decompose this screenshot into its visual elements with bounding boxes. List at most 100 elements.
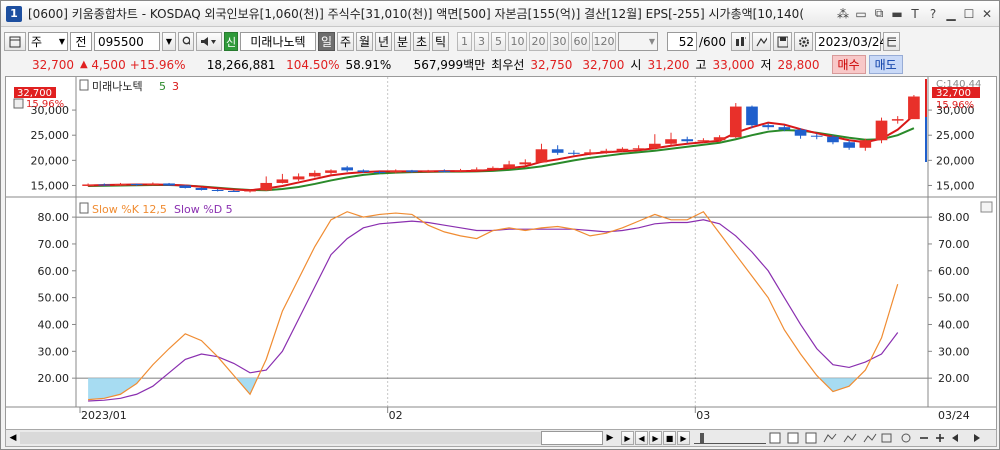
count-input[interactable]: 52	[667, 32, 697, 51]
minute-option[interactable]: 120	[592, 32, 616, 51]
draw-tool-icon[interactable]	[752, 32, 771, 51]
type-select[interactable]: 주 ▼	[28, 32, 68, 51]
code-input[interactable]: 095500	[94, 32, 160, 51]
code-dropdown-icon[interactable]: ▼	[162, 32, 176, 51]
candle	[600, 150, 613, 153]
sound-icon[interactable]	[196, 32, 222, 51]
calendar-icon[interactable]	[883, 32, 900, 51]
quote-bar: 32,700 ▲ 4,500 +15.96% 18,266,881 104.50…	[4, 55, 996, 74]
interval-dropdown[interactable]: ▼	[618, 32, 658, 51]
stoch-tick-label: 70.00	[38, 238, 70, 251]
search-icon[interactable]	[178, 32, 194, 51]
minimize-bar-icon[interactable]: ▬	[889, 5, 905, 22]
tab-day[interactable]: 일	[318, 32, 335, 51]
buy-button[interactable]: 매수	[831, 55, 866, 74]
nav-left-icon[interactable]	[952, 434, 958, 442]
candle	[778, 127, 791, 130]
magnify-icon[interactable]	[901, 433, 911, 443]
minute-option[interactable]: 20	[529, 32, 548, 51]
frame-icon[interactable]	[787, 432, 799, 444]
split-icon[interactable]	[805, 432, 817, 444]
chart-window: 1 [0600] 키움종합차트 - KOSDAQ 외국인보유[1,060(천)]…	[0, 0, 1000, 450]
layout-icon[interactable]	[4, 32, 26, 51]
trend3-icon[interactable]	[863, 433, 877, 443]
zoom-slider-handle[interactable]	[700, 433, 704, 443]
candle	[82, 184, 94, 186]
gear-icon[interactable]	[794, 32, 813, 51]
help-icon[interactable]: ?	[925, 5, 941, 22]
title-bar: 1 [0600] 키움종합차트 - KOSDAQ 외국인보유[1,060(천)]…	[1, 1, 999, 27]
high-label: 고	[695, 58, 707, 72]
minimize-icon[interactable]: ▁	[943, 5, 959, 22]
end-icon[interactable]: ▶	[677, 431, 690, 445]
stoch-tick-label: 60.00	[938, 265, 970, 278]
tile-icon[interactable]: ⧉	[871, 5, 887, 22]
minute-option[interactable]: 30	[550, 32, 569, 51]
stoch-tick-label: 60.00	[38, 265, 70, 278]
tab-second[interactable]: 초	[413, 32, 430, 51]
trend-icon[interactable]	[823, 433, 837, 443]
minute-option[interactable]: 10	[508, 32, 527, 51]
scroll-thumb[interactable]	[541, 431, 603, 445]
open-price: 31,200	[647, 57, 690, 72]
tab-year[interactable]: 년	[375, 32, 392, 51]
panel-handle-icon[interactable]	[79, 79, 89, 91]
scroll-right-icon[interactable]: ▶	[603, 433, 617, 443]
price-tick-label: 20,000	[936, 154, 975, 167]
panel-menu-icon[interactable]	[980, 201, 993, 213]
step-back-icon[interactable]: ◀	[635, 431, 648, 445]
candle	[406, 170, 418, 172]
save-icon[interactable]	[773, 32, 792, 51]
tab-minute[interactable]: 분	[394, 32, 411, 51]
best-buy-price: 32,700	[582, 57, 625, 72]
candle	[470, 169, 483, 171]
link-icon[interactable]: ⁂	[835, 5, 851, 22]
trend2-icon[interactable]	[843, 433, 857, 443]
candle	[292, 176, 305, 180]
slow-d-label: Slow %D 5	[174, 203, 233, 216]
stoch-tick-label: 70.00	[938, 238, 970, 251]
minute-option[interactable]: 3	[474, 32, 489, 51]
date-input[interactable]: 2023/03/24	[815, 32, 887, 51]
scroll-track[interactable]	[20, 432, 541, 444]
restore-icon[interactable]: ▭	[853, 5, 869, 22]
x-tick-label: 02	[389, 409, 403, 422]
tab-week[interactable]: 주	[337, 32, 354, 51]
candle	[487, 167, 499, 170]
candle	[762, 125, 775, 128]
close-icon[interactable]: ✕	[979, 5, 995, 22]
horizontal-scrollbar[interactable]: ◀ ▶ ▶ ◀ ▶ ■ ▶	[5, 429, 997, 447]
nav-right-icon[interactable]	[974, 434, 980, 442]
indicator-icon[interactable]	[731, 32, 750, 51]
chart-canvas[interactable]: 30,000 30,00025,000 25,00020,000 20,00015,0…	[6, 77, 996, 430]
candle	[503, 164, 515, 168]
window-title: [0600] 키움종합차트 - KOSDAQ 외국인보유[1,060(천)] 주…	[28, 7, 804, 21]
candle	[584, 152, 596, 154]
play-icon[interactable]: ▶	[621, 431, 634, 445]
chart-area[interactable]: 30,000 30,000 25,000 25,000 20,000 20,000 15,0…	[5, 76, 997, 431]
candle	[276, 179, 289, 183]
box-icon[interactable]	[881, 433, 892, 443]
all-button[interactable]: 전	[70, 32, 92, 51]
tab-tick[interactable]: 틱	[432, 32, 449, 51]
minute-option[interactable]: 60	[571, 32, 590, 51]
maximize-icon[interactable]: ☐	[961, 5, 977, 22]
candle	[260, 182, 273, 191]
stop-icon[interactable]: ■	[663, 431, 676, 445]
candle	[519, 162, 532, 165]
scroll-left-icon[interactable]: ◀	[6, 433, 20, 443]
price-tag-right: 32,700	[936, 88, 971, 99]
minute-option[interactable]: 1	[457, 32, 472, 51]
sell-button[interactable]: 매도	[868, 55, 903, 74]
minute-option[interactable]: 5	[491, 32, 506, 51]
tab-month[interactable]: 월	[356, 32, 373, 51]
zoom-slider[interactable]	[694, 432, 766, 444]
stock-label: 미래나노텍	[92, 80, 143, 93]
candle	[422, 170, 434, 172]
volume-ratio: 104.50%	[286, 57, 340, 72]
x-tick-label: 03	[696, 409, 710, 422]
font-icon[interactable]: T	[907, 5, 923, 22]
fit-icon[interactable]	[769, 432, 781, 444]
step-forward-icon[interactable]: ▶	[649, 431, 662, 445]
stoch-handle-icon[interactable]	[79, 202, 89, 214]
